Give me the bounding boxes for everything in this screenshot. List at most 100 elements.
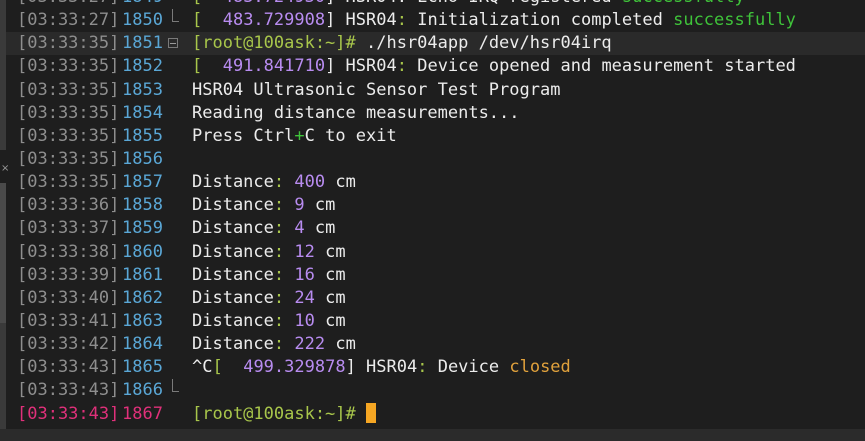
text-segment: Distance: [192, 310, 274, 331]
left-scrollbar-thumb[interactable]: [0, 183, 6, 323]
text-segment: Distance: [192, 334, 274, 355]
terminal-window[interactable]: [03:33:27]1849 [ 483.724930] HSR04: Echo …: [0, 0, 865, 441]
timestamp: [03:33:35]: [17, 125, 120, 146]
text-segment: :: [273, 195, 285, 216]
terminal-line: [03:33:43] 1865 ^C[ 499.329878] HSR04: Dev…: [0, 356, 865, 379]
terminal-line: [03:33:35] 1851 [root@100ask:~]# ./hsr04ap…: [0, 32, 865, 56]
terminal-line: [03:33:27] 1850 [ 483.729908] HSR04: Initi…: [0, 9, 865, 32]
line-number: 1856: [122, 148, 163, 169]
line-number: 1854: [122, 102, 163, 123]
timestamp: [03:33:39]: [17, 264, 120, 285]
text-segment: ] HSR04: [325, 56, 397, 77]
text-segment: :: [273, 334, 285, 355]
terminal-output[interactable]: [03:33:27]1849 [ 483.724930] HSR04: Echo …: [0, 0, 865, 426]
close-icon[interactable]: ×: [1, 164, 9, 174]
line-number: 1852: [122, 56, 163, 77]
line-number: 1862: [122, 287, 163, 308]
line-content: [ 483.729908] HSR04: Initialization comp…: [192, 9, 865, 32]
line-number: 1865: [122, 357, 163, 378]
terminal-line: [03:33:43] 1867 [root@100ask:~]#: [0, 402, 865, 426]
text-segment: 491.841710: [222, 56, 326, 77]
line-content: HSR04 Ultrasonic Sensor Test Program: [192, 79, 865, 102]
text-segment: successfully: [673, 10, 796, 31]
terminal-line: [03:33:43] 1866: [0, 379, 865, 402]
terminal-line: [03:33:42] 1864 Distance: 222 cm: [0, 333, 865, 356]
text-segment: successfully: [622, 0, 745, 7]
timestamp: [03:33:43]: [17, 380, 120, 401]
text-segment: :: [273, 287, 285, 308]
line-content: Distance: 24 cm: [192, 287, 865, 310]
text-segment: :: [417, 357, 428, 378]
text-segment: [: [192, 0, 223, 7]
text-segment: 483.729908: [222, 10, 326, 31]
text-segment: Device: [427, 357, 510, 378]
timestamp: [03:33:43]: [17, 357, 120, 378]
text-segment: cm: [314, 264, 346, 285]
left-scrollbar-track[interactable]: [0, 0, 6, 150]
line-number: 1861: [122, 264, 163, 285]
horizontal-scrollbar[interactable]: [0, 429, 865, 441]
line-number: 1853: [122, 79, 163, 100]
text-segment: cm: [325, 334, 356, 355]
text-segment: C to exit: [304, 125, 397, 146]
timestamp: [03:33:35]: [17, 33, 120, 54]
text-segment: Initialization completed: [406, 10, 674, 31]
text-segment: [: [192, 10, 223, 31]
text-segment: cm: [314, 287, 346, 308]
left-scrollbar-lower: [0, 323, 6, 429]
text-segment: Distance: [192, 195, 274, 216]
text-segment: ] HSR04: [345, 357, 418, 378]
text-segment: 10: [284, 310, 315, 331]
timestamp: [03:33:36]: [17, 195, 120, 216]
terminal-line: [03:33:35] 1857 Distance: 400 cm: [0, 171, 865, 194]
timestamp: [03:33:43]: [17, 403, 120, 424]
text-segment: 24: [284, 287, 315, 308]
text-segment: :: [273, 172, 285, 193]
text-segment: ./hsr04app /dev/hsr04irq: [366, 33, 612, 54]
timestamp: [03:33:35]: [17, 148, 120, 169]
text-segment: :: [273, 241, 285, 262]
text-segment: [root@100ask:~]#: [192, 403, 366, 424]
timestamp: [03:33:27]: [17, 0, 119, 9]
text-segment: Distance: [192, 172, 274, 193]
timestamp: [03:33:35]: [17, 102, 120, 123]
line-number: 1851: [122, 33, 163, 54]
text-segment: :: [396, 10, 407, 31]
text-segment: :: [396, 56, 407, 77]
text-segment: :: [273, 218, 285, 239]
terminal-line: [03:33:37] 1859 Distance: 4 cm: [0, 217, 865, 240]
text-segment: Distance: [192, 264, 274, 285]
text-segment: [: [212, 357, 244, 378]
line-content: Distance: 222 cm: [192, 333, 865, 356]
terminal-line: [03:33:36] 1858 Distance: 9 cm: [0, 194, 865, 217]
text-segment: Device opened and measurement started: [406, 56, 796, 77]
line-content: Distance: 9 cm: [192, 194, 865, 217]
timestamp: [03:33:35]: [17, 172, 120, 193]
fold-end-icon: [167, 9, 181, 32]
text-segment: Press Ctrl: [192, 125, 295, 146]
text-segment: 16: [284, 264, 315, 285]
line-number: 1858: [122, 195, 163, 216]
text-segment: Distance: [192, 218, 274, 239]
timestamp: [03:33:27]: [17, 10, 120, 31]
line-number: 1850: [122, 10, 163, 31]
timestamp: [03:33:40]: [17, 287, 120, 308]
text-segment: cm: [304, 195, 336, 216]
text-segment: ] HSR04: [325, 10, 397, 31]
terminal-line: [03:33:38] 1860 Distance: 12 cm: [0, 241, 865, 264]
text-segment: cm: [314, 241, 346, 262]
line-content: Distance: 400 cm: [192, 171, 865, 194]
line-content: [ 491.841710] HSR04: Device opened and m…: [192, 55, 865, 78]
line-content: Distance: 4 cm: [192, 217, 865, 240]
text-segment: 9: [284, 195, 305, 216]
text-cursor[interactable]: [366, 402, 376, 423]
text-segment: Reading distance measurements...: [192, 102, 520, 123]
fold-toggle-icon[interactable]: [167, 32, 181, 55]
line-number: 1867: [122, 403, 163, 424]
text-segment: :: [273, 264, 285, 285]
fold-end-icon: [167, 379, 181, 402]
timestamp: [03:33:35]: [17, 56, 120, 77]
line-content: [root@100ask:~]#: [192, 402, 865, 426]
line-content: [ 483.724930] HSR04: Echo IRQ registered…: [192, 0, 865, 9]
terminal-line: [03:33:27]1849 [ 483.724930] HSR04: Echo …: [0, 0, 865, 9]
